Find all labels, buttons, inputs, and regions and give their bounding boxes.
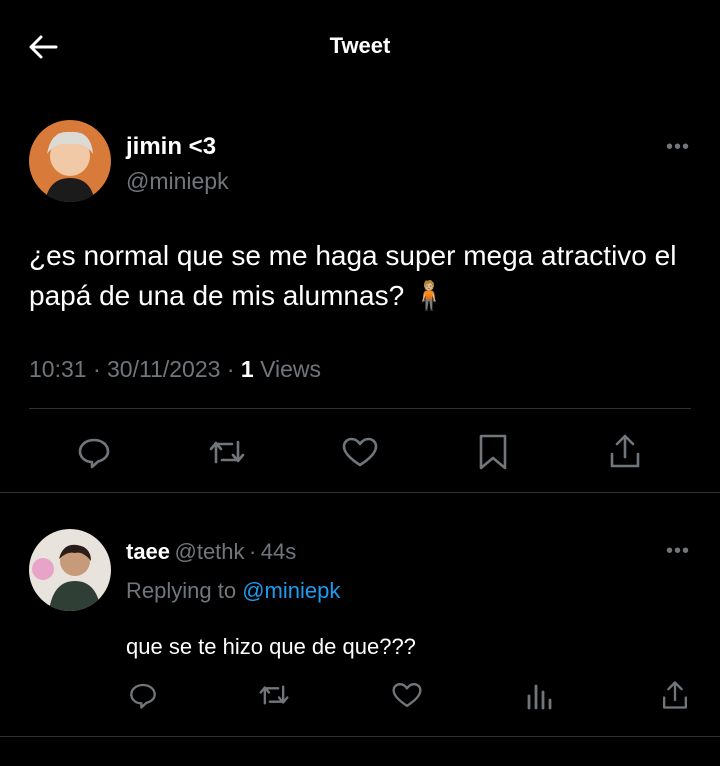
reply-icon[interactable]	[76, 434, 112, 470]
divider	[0, 736, 720, 737]
retweet-icon[interactable]	[208, 434, 246, 470]
more-options-icon[interactable]: •••	[666, 136, 690, 159]
divider	[0, 492, 720, 493]
tweet-metadata: 10:31 · 30/11/2023 · 1 Views	[29, 356, 321, 383]
reply-header: taee @tethk · 44s	[126, 539, 296, 565]
reply-reply-icon[interactable]	[128, 680, 158, 710]
replying-to: Replying to @miniepk	[126, 578, 340, 604]
reply-author-name[interactable]: taee	[126, 539, 170, 564]
meta-separator: ·	[92, 356, 108, 382]
meta-separator: ·	[248, 539, 257, 564]
divider	[29, 408, 691, 409]
reply-retweet-icon[interactable]	[258, 680, 290, 710]
author-avatar[interactable]	[29, 120, 111, 202]
share-icon[interactable]	[607, 432, 643, 470]
like-icon[interactable]	[341, 434, 379, 470]
meta-separator: ·	[226, 356, 241, 382]
reply-age: 44s	[260, 539, 297, 564]
reply-author-handle[interactable]: @tethk	[175, 539, 245, 564]
replying-to-link[interactable]: @miniepk	[242, 578, 340, 603]
reply-like-icon[interactable]	[391, 680, 423, 710]
page-title: Tweet	[329, 33, 391, 58]
reply-author-avatar[interactable]	[29, 529, 111, 611]
bookmark-icon[interactable]	[476, 433, 510, 471]
views-icon[interactable]	[524, 680, 554, 712]
reply-more-options-icon[interactable]: •••	[666, 540, 690, 563]
reply-text: que se te hizo que de que???	[126, 634, 416, 659]
views-count[interactable]: 1	[241, 356, 254, 382]
author-name[interactable]: jimin <3	[126, 133, 216, 161]
views-label[interactable]: Views	[260, 356, 321, 382]
reply-share-icon[interactable]	[660, 679, 690, 711]
author-handle[interactable]: @miniepk	[126, 168, 229, 195]
replying-prefix: Replying to	[126, 578, 237, 603]
tweet-text: ¿es normal que se me haga super mega atr…	[29, 240, 677, 311]
tweet-time: 10:31	[29, 356, 87, 382]
tweet-date: 30/11/2023	[107, 356, 221, 382]
